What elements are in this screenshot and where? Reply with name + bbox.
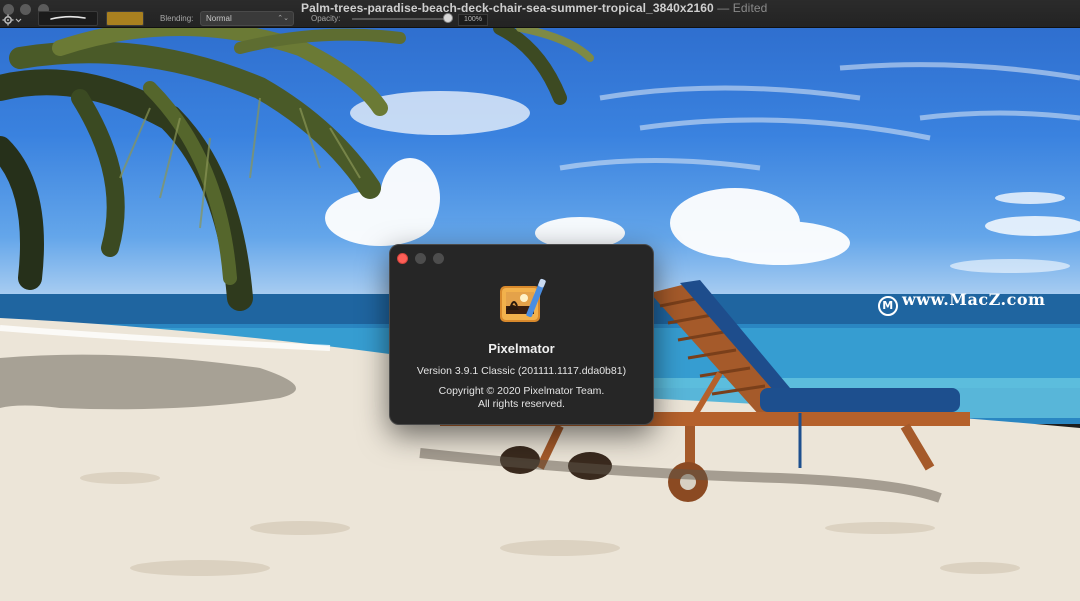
opacity-label: Opacity: xyxy=(311,14,341,23)
close-button[interactable] xyxy=(397,253,408,264)
opacity-value-field[interactable]: 100% xyxy=(458,14,488,26)
zoom-button xyxy=(433,253,444,264)
gear-icon[interactable] xyxy=(2,13,24,26)
blending-label: Blending: xyxy=(160,14,194,23)
document-title: Palm-trees-paradise-beach-deck-chair-sea… xyxy=(301,1,767,15)
watermark-logo-icon: M xyxy=(878,296,898,316)
title-separator: — xyxy=(717,1,730,15)
blending-value: Normal xyxy=(206,14,232,23)
opacity-slider[interactable] xyxy=(352,18,452,20)
watermark-text: www.MacZ.com xyxy=(902,290,1046,309)
blending-select[interactable]: Normal ⌃⌄ xyxy=(200,11,294,26)
version-text: Version 3.9.1 Classic (201111.1117.dda0b… xyxy=(416,365,627,377)
pixelmator-app-icon xyxy=(497,276,549,328)
minimize-button xyxy=(415,253,426,264)
copyright-text: Copyright © 2020 Pixelmator Team. xyxy=(438,385,605,397)
title-bar: Blending: Normal ⌃⌄ Opacity: 100% Palm-t… xyxy=(0,0,1080,28)
brush-preview[interactable] xyxy=(38,11,98,26)
document-name: Palm-trees-paradise-beach-deck-chair-sea… xyxy=(301,1,714,15)
document-status: Edited xyxy=(732,1,768,15)
color-swatch[interactable] xyxy=(106,11,144,26)
app-name: Pixelmator xyxy=(488,341,555,356)
chevron-updown-icon: ⌃⌄ xyxy=(277,15,289,22)
rights-text: All rights reserved. xyxy=(478,398,565,410)
about-dialog: Pixelmator Version 3.9.1 Classic (201111… xyxy=(389,244,654,425)
watermark: Mwww.MacZ.com xyxy=(878,290,1045,316)
